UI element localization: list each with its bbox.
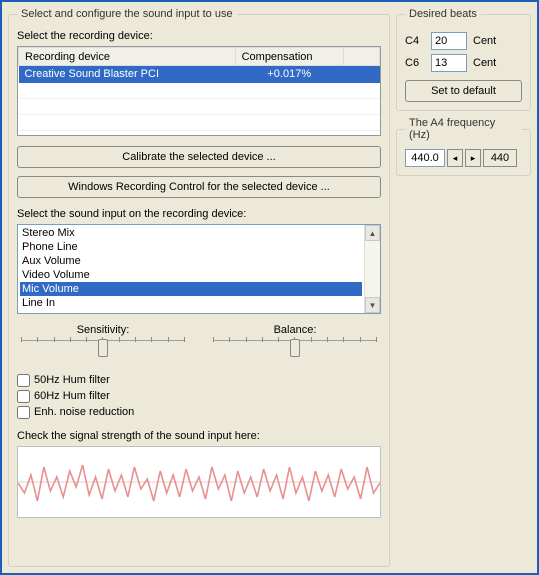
list-item[interactable]: Aux Volume — [20, 254, 362, 268]
table-row[interactable] — [19, 115, 380, 131]
c4-label: C4 — [405, 35, 425, 47]
table-row[interactable] — [19, 99, 380, 115]
filter-60hz[interactable]: 60Hz Hum filter — [17, 388, 381, 404]
cell-device: Creative Sound Blaster PCI — [19, 66, 236, 83]
table-row[interactable]: Creative Sound Blaster PCI +0.017% — [19, 66, 380, 83]
sensitivity-label: Sensitivity: — [17, 324, 189, 336]
signal-display — [17, 446, 381, 518]
rec-control-button[interactable]: Windows Recording Control for the select… — [17, 176, 381, 198]
signal-strength-label: Check the signal strength of the sound i… — [17, 430, 381, 442]
sound-input-label: Select the sound input on the recording … — [17, 208, 381, 220]
balance-slider[interactable] — [213, 340, 377, 362]
desired-beats-group: Desired beats C4 Cent C6 Cent Set to def… — [396, 8, 531, 111]
sensitivity-thumb[interactable] — [98, 339, 108, 357]
sensitivity-slider[interactable] — [21, 340, 185, 362]
enh-noise[interactable]: Enh. noise reduction — [17, 404, 381, 420]
scroll-track[interactable] — [365, 241, 380, 297]
calibrate-button[interactable]: Calibrate the selected device ... — [17, 146, 381, 168]
filter-50hz-checkbox[interactable] — [17, 374, 30, 387]
filter-60hz-checkbox[interactable] — [17, 390, 30, 403]
sound-input-legend: Select and configure the sound input to … — [17, 8, 237, 20]
balance-thumb[interactable] — [290, 339, 300, 357]
scrollbar[interactable]: ▲ ▼ — [364, 225, 380, 313]
list-item[interactable]: Video Volume — [20, 268, 362, 282]
list-item[interactable]: Stereo Mix — [20, 226, 362, 240]
recording-device-label: Select the recording device: — [17, 30, 381, 42]
desired-beats-legend: Desired beats — [405, 8, 481, 20]
set-default-button[interactable]: Set to default — [405, 80, 522, 102]
scroll-up-icon[interactable]: ▲ — [365, 225, 380, 241]
c6-label: C6 — [405, 57, 425, 69]
chevron-left-icon: ◂ — [453, 153, 458, 164]
cell-comp: +0.017% — [235, 66, 343, 83]
a4-up-button[interactable]: ▸ — [465, 149, 481, 167]
balance-label: Balance: — [209, 324, 381, 336]
table-row[interactable] — [19, 83, 380, 99]
col-compensation[interactable]: Compensation — [235, 48, 343, 66]
list-item[interactable]: Mic Volume — [20, 282, 362, 296]
enh-noise-checkbox[interactable] — [17, 406, 30, 419]
c6-input[interactable] — [431, 54, 467, 72]
recording-device-table[interactable]: Recording device Compensation Creative S… — [17, 46, 381, 136]
c4-input[interactable] — [431, 32, 467, 50]
a4-display: 440 — [483, 149, 517, 167]
chevron-right-icon: ▸ — [471, 153, 476, 164]
col-spacer — [343, 48, 379, 66]
col-recording-device[interactable]: Recording device — [19, 48, 236, 66]
a4-legend: The A4 frequency (Hz) — [405, 117, 522, 141]
sound-input-list[interactable]: Stereo Mix Phone Line Aux Volume Video V… — [17, 224, 381, 314]
a4-frequency-group: The A4 frequency (Hz) ◂ ▸ 440 — [396, 117, 531, 176]
c6-unit: Cent — [473, 57, 496, 69]
sound-input-group: Select and configure the sound input to … — [8, 8, 390, 567]
a4-down-button[interactable]: ◂ — [447, 149, 463, 167]
filter-50hz[interactable]: 50Hz Hum filter — [17, 372, 381, 388]
scroll-down-icon[interactable]: ▼ — [365, 297, 380, 313]
a4-input[interactable] — [405, 149, 445, 167]
list-item[interactable]: Line In — [20, 296, 362, 310]
c4-unit: Cent — [473, 35, 496, 47]
list-item[interactable]: Phone Line — [20, 240, 362, 254]
